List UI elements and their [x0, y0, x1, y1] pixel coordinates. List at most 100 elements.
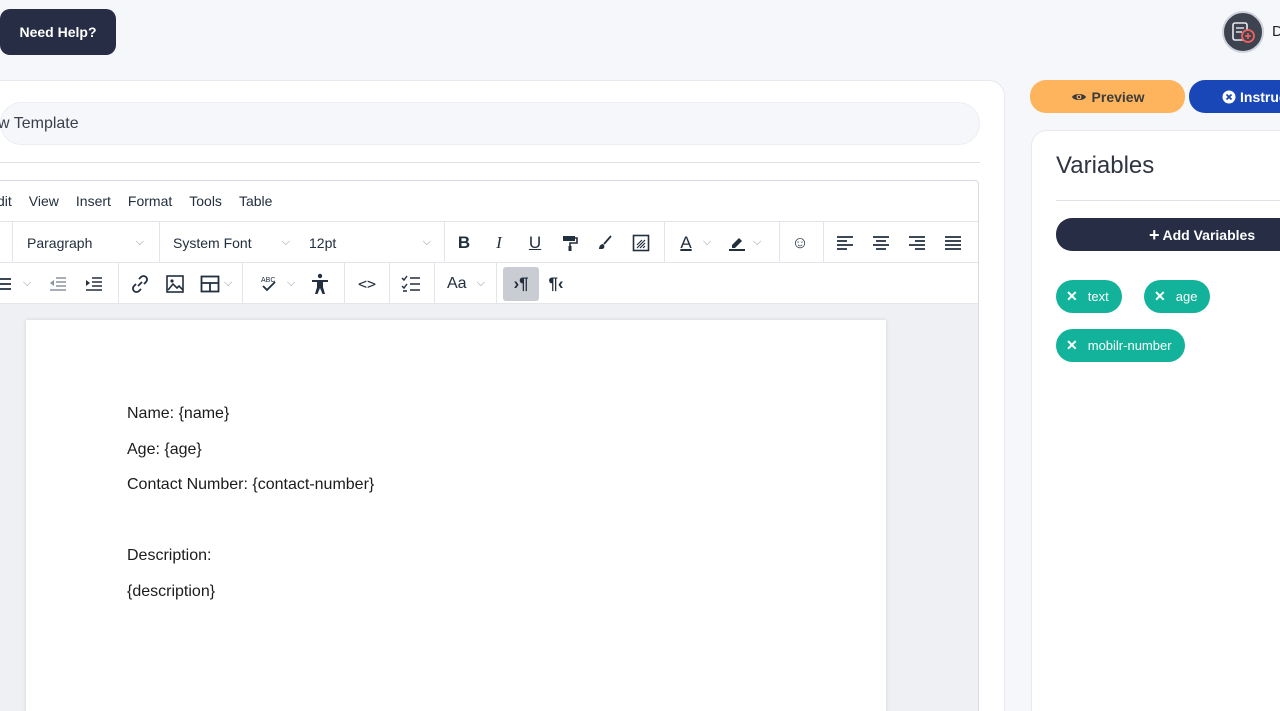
- link-icon: [132, 274, 148, 293]
- checklist-button[interactable]: [401, 263, 421, 304]
- text-color-icon: A: [680, 232, 692, 252]
- fill-button[interactable]: [631, 222, 651, 263]
- font-case-icon: Aa: [447, 274, 467, 292]
- fill-icon: [632, 234, 650, 251]
- align-center-icon: [873, 235, 889, 250]
- outdent-icon: [50, 276, 66, 291]
- align-right-button[interactable]: [908, 222, 926, 263]
- accessibility-icon: [312, 273, 328, 294]
- variable-chip-text[interactable]: ✕ text: [1056, 280, 1122, 313]
- emoji-icon: ☺: [791, 232, 809, 252]
- text-color-button[interactable]: A ⌵: [675, 222, 711, 263]
- indent-icon: [86, 276, 102, 291]
- add-variables-label: Add Variables: [1162, 226, 1256, 243]
- image-icon: [166, 274, 184, 293]
- chevron-down-icon: ⌵: [224, 277, 233, 289]
- bold-icon: B: [457, 232, 471, 252]
- remove-icon[interactable]: ✕: [1066, 288, 1078, 305]
- code-icon: <>: [357, 274, 377, 293]
- instructions-label: Instruc: [1240, 88, 1280, 105]
- variable-chip-mobile-number[interactable]: ✕ mobilr-number: [1056, 329, 1185, 362]
- align-left-button[interactable]: [836, 222, 854, 263]
- chevron-down-icon: ⌵: [23, 277, 32, 289]
- doc-line-name: Name: {name}: [127, 405, 230, 422]
- close-circle-icon: [1222, 90, 1236, 103]
- template-name-input[interactable]: w Template: [0, 102, 980, 145]
- ltr-icon: ›¶: [513, 274, 529, 293]
- align-center-button[interactable]: [872, 222, 890, 263]
- variables-divider: [1056, 200, 1280, 201]
- rtl-direction-button[interactable]: ¶‹: [545, 263, 567, 304]
- brush-icon: [599, 234, 612, 249]
- instructions-button[interactable]: Instruc: [1189, 80, 1280, 113]
- editor-toolbar-row-2: ⌵ ⌵ ABC ⌵ <> Aa ⌵ ›¶ ¶‹: [0, 263, 978, 304]
- chevron-down-icon: ⌵: [703, 236, 712, 248]
- remove-icon[interactable]: ✕: [1154, 288, 1166, 305]
- eye-icon: [1071, 93, 1086, 100]
- doc-line-description-label: Description:: [127, 547, 212, 564]
- menu-table[interactable]: Table: [239, 193, 272, 209]
- top-bar: Need Help? D: [0, 0, 1280, 70]
- need-help-label: Need Help?: [19, 24, 97, 40]
- font-case-button[interactable]: Aa ⌵: [447, 263, 485, 304]
- block-format-value: Paragraph: [27, 234, 93, 251]
- spellcheck-button[interactable]: ABC ⌵: [259, 263, 295, 304]
- document-page[interactable]: Name: {name} Age: {age} Contact Number: …: [26, 320, 886, 711]
- chevron-down-icon: ⌵: [753, 236, 762, 248]
- italic-icon: I: [496, 232, 502, 252]
- add-variables-button[interactable]: + Add Variables: [1056, 218, 1280, 251]
- indent-button[interactable]: [85, 263, 103, 304]
- underline-icon: U: [528, 232, 542, 252]
- menu-insert[interactable]: Insert: [76, 193, 111, 209]
- menu-edit[interactable]: dit: [0, 193, 12, 209]
- numbered-list-button[interactable]: ⌵: [0, 263, 31, 304]
- editor-menubar: dit View Insert Format Tools Table: [0, 181, 978, 222]
- menu-tools[interactable]: Tools: [189, 193, 222, 209]
- emoji-button[interactable]: ☺: [789, 222, 811, 263]
- template-name-value: w Template: [0, 114, 79, 132]
- bold-button[interactable]: B: [453, 222, 475, 263]
- menu-view[interactable]: View: [29, 193, 59, 209]
- preview-button[interactable]: Preview: [1030, 80, 1185, 113]
- need-help-button[interactable]: Need Help?: [0, 9, 116, 55]
- clear-formatting-button[interactable]: [595, 222, 615, 263]
- chevron-down-icon: ⌵: [476, 277, 485, 289]
- variables-title: Variables: [1056, 152, 1155, 179]
- justify-button[interactable]: [944, 222, 962, 263]
- checklist-icon: [401, 275, 420, 292]
- highlight-color-button[interactable]: ⌵: [727, 222, 761, 263]
- font-size-value: 12pt: [309, 234, 337, 251]
- source-code-button[interactable]: <>: [356, 263, 378, 304]
- variable-chip-label: mobilr-number: [1087, 338, 1172, 353]
- variable-chip-age[interactable]: ✕ age: [1144, 280, 1211, 313]
- font-family-select[interactable]: System Font ⌵: [173, 222, 298, 263]
- align-right-icon: [909, 235, 925, 250]
- highlighter-icon: [729, 237, 745, 251]
- font-size-select[interactable]: 12pt ⌵: [309, 222, 435, 263]
- paint-roller-icon: [563, 235, 578, 251]
- list-icon: [0, 277, 11, 290]
- chevron-down-icon: ⌵: [281, 236, 290, 248]
- outdent-button[interactable]: [49, 263, 67, 304]
- block-format-select[interactable]: Paragraph ⌵: [27, 222, 152, 263]
- chevron-down-icon: ⌵: [422, 236, 431, 248]
- accessibility-button[interactable]: [310, 263, 330, 304]
- avatar[interactable]: [1222, 11, 1264, 53]
- menu-format[interactable]: Format: [128, 193, 172, 209]
- link-button[interactable]: [130, 263, 150, 304]
- italic-button[interactable]: I: [488, 222, 510, 263]
- divider: [0, 162, 980, 163]
- variable-chip-label: age: [1175, 289, 1198, 304]
- rich-text-editor: dit View Insert Format Tools Table Parag…: [0, 180, 979, 711]
- table-button[interactable]: ⌵: [200, 263, 232, 304]
- chevron-down-icon: ⌵: [135, 236, 144, 248]
- doc-line-contact: Contact Number: {contact-number}: [127, 476, 375, 493]
- rtl-icon: ¶‹: [548, 273, 564, 293]
- preview-label: Preview: [1091, 88, 1145, 105]
- editor-toolbar-row-1: Paragraph ⌵ System Font ⌵ 12pt ⌵ B I U A…: [0, 222, 978, 263]
- image-button[interactable]: [165, 263, 185, 304]
- ltr-direction-button[interactable]: ›¶: [503, 267, 539, 301]
- remove-icon[interactable]: ✕: [1066, 337, 1078, 354]
- underline-button[interactable]: U: [524, 222, 546, 263]
- format-painter-button[interactable]: [560, 222, 580, 263]
